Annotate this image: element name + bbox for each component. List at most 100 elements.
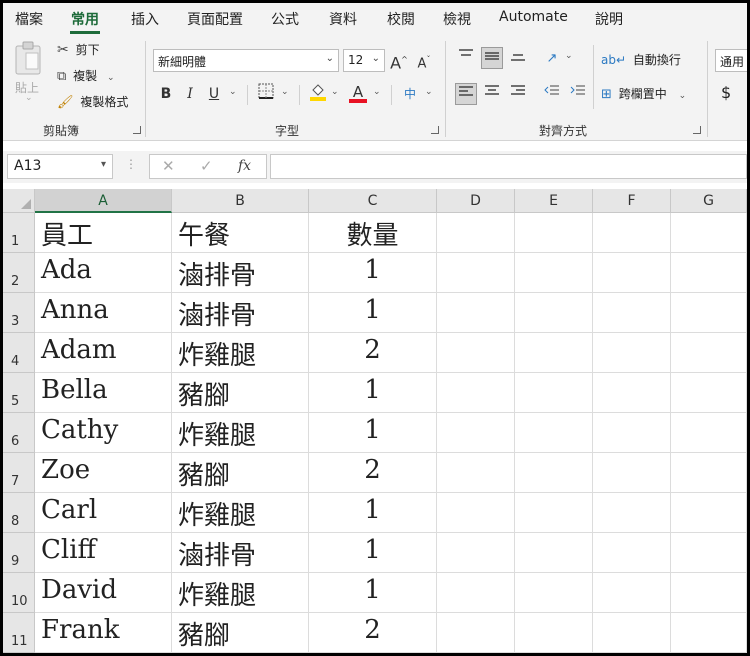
cell-e7[interactable] bbox=[515, 453, 593, 493]
tab-view[interactable]: 檢視 bbox=[443, 9, 471, 29]
alignment-launcher-icon[interactable] bbox=[693, 126, 701, 134]
cell-d1[interactable] bbox=[437, 213, 515, 253]
cell-d8[interactable] bbox=[437, 493, 515, 533]
tab-review[interactable]: 校閱 bbox=[387, 9, 415, 29]
format-painter-button[interactable]: 🖌 複製格式 bbox=[57, 93, 128, 110]
cell-e11[interactable] bbox=[515, 613, 593, 653]
cell-b5[interactable]: 豬腳 bbox=[172, 373, 309, 413]
tab-page-layout[interactable]: 頁面配置 bbox=[187, 9, 243, 29]
more-options-icon[interactable]: ⋮ bbox=[125, 157, 137, 171]
cell-d4[interactable] bbox=[437, 333, 515, 373]
row-header[interactable]: 11 bbox=[3, 613, 35, 653]
cell-c6[interactable]: 1 bbox=[309, 413, 437, 453]
underline-button[interactable]: U bbox=[203, 83, 225, 105]
cell-b10[interactable]: 炸雞腿 bbox=[172, 573, 309, 613]
cell-g8[interactable] bbox=[671, 493, 747, 533]
cell-c10[interactable]: 1 bbox=[309, 573, 437, 613]
bold-button[interactable]: B bbox=[155, 83, 177, 105]
cell-c7[interactable]: 2 bbox=[309, 453, 437, 493]
cell-a10[interactable]: David bbox=[35, 573, 172, 613]
cell-a9[interactable]: Cliff bbox=[35, 533, 172, 573]
cell-e10[interactable] bbox=[515, 573, 593, 613]
column-header-e[interactable]: E bbox=[515, 189, 593, 213]
phonetic-guide-button[interactable]: 中 bbox=[399, 83, 421, 105]
cancel-icon[interactable]: ✕ bbox=[162, 157, 175, 175]
number-format-combo[interactable]: 通用 bbox=[715, 49, 747, 72]
cell-d2[interactable] bbox=[437, 253, 515, 293]
orientation-button[interactable]: ↗ bbox=[541, 47, 563, 69]
row-header[interactable]: 9 bbox=[3, 533, 35, 573]
cell-a8[interactable]: Carl bbox=[35, 493, 172, 533]
cell-a3[interactable]: Anna bbox=[35, 293, 172, 333]
column-header-b[interactable]: B bbox=[172, 189, 309, 213]
tab-formulas[interactable]: 公式 bbox=[271, 9, 299, 29]
tab-automate[interactable]: Automate bbox=[499, 9, 568, 25]
fill-color-button[interactable] bbox=[307, 81, 329, 103]
name-box[interactable]: A13 ▾ bbox=[7, 154, 113, 179]
cell-a11[interactable]: Frank bbox=[35, 613, 172, 653]
cell-g4[interactable] bbox=[671, 333, 747, 373]
select-all-button[interactable] bbox=[3, 189, 35, 213]
align-left-button[interactable] bbox=[455, 83, 477, 105]
cell-f7[interactable] bbox=[593, 453, 671, 493]
cell-b4[interactable]: 炸雞腿 bbox=[172, 333, 309, 373]
enter-check-icon[interactable]: ✓ bbox=[200, 157, 213, 175]
cell-e6[interactable] bbox=[515, 413, 593, 453]
font-name-combo[interactable]: 新細明體 ⌄ bbox=[153, 49, 339, 72]
cell-a1[interactable]: 員工 bbox=[35, 213, 172, 253]
row-header[interactable]: 1 bbox=[3, 213, 35, 253]
row-header[interactable]: 7 bbox=[3, 453, 35, 493]
column-header-f[interactable]: F bbox=[593, 189, 671, 213]
cell-b2[interactable]: 滷排骨 bbox=[172, 253, 309, 293]
row-header[interactable]: 10 bbox=[3, 573, 35, 613]
copy-button[interactable]: ⧉ 複製 ⌄ bbox=[57, 67, 115, 84]
align-center-button[interactable] bbox=[481, 83, 503, 105]
cell-c11[interactable]: 2 bbox=[309, 613, 437, 653]
shrink-font-button[interactable]: Aˇ bbox=[413, 49, 435, 71]
cell-c2[interactable]: 1 bbox=[309, 253, 437, 293]
increase-indent-button[interactable] bbox=[567, 83, 589, 105]
cell-g3[interactable] bbox=[671, 293, 747, 333]
font-launcher-icon[interactable] bbox=[431, 126, 439, 134]
cell-c3[interactable]: 1 bbox=[309, 293, 437, 333]
italic-button[interactable]: I bbox=[179, 83, 201, 105]
column-header-g[interactable]: G bbox=[671, 189, 747, 213]
chevron-down-icon[interactable]: ⌄ bbox=[565, 51, 573, 61]
cell-g11[interactable] bbox=[671, 613, 747, 653]
chevron-down-icon[interactable]: ⌄ bbox=[281, 87, 289, 97]
cell-e5[interactable] bbox=[515, 373, 593, 413]
cell-f4[interactable] bbox=[593, 333, 671, 373]
cell-b1[interactable]: 午餐 bbox=[172, 213, 309, 253]
cell-b7[interactable]: 豬腳 bbox=[172, 453, 309, 493]
cell-f9[interactable] bbox=[593, 533, 671, 573]
cell-f2[interactable] bbox=[593, 253, 671, 293]
cell-f3[interactable] bbox=[593, 293, 671, 333]
row-header[interactable]: 6 bbox=[3, 413, 35, 453]
cell-b6[interactable]: 炸雞腿 bbox=[172, 413, 309, 453]
row-header[interactable]: 4 bbox=[3, 333, 35, 373]
cell-f1[interactable] bbox=[593, 213, 671, 253]
tab-insert[interactable]: 插入 bbox=[131, 9, 159, 29]
insert-function-button[interactable]: fx bbox=[238, 158, 251, 174]
cell-a7[interactable]: Zoe bbox=[35, 453, 172, 493]
cell-d11[interactable] bbox=[437, 613, 515, 653]
cell-a2[interactable]: Ada bbox=[35, 253, 172, 293]
cell-g9[interactable] bbox=[671, 533, 747, 573]
chevron-down-icon[interactable]: ⌄ bbox=[331, 87, 339, 97]
cell-d5[interactable] bbox=[437, 373, 515, 413]
cell-f11[interactable] bbox=[593, 613, 671, 653]
chevron-down-icon[interactable]: ⌄ bbox=[229, 87, 237, 97]
row-header[interactable]: 5 bbox=[3, 373, 35, 413]
tab-data[interactable]: 資料 bbox=[329, 9, 357, 29]
cell-c8[interactable]: 1 bbox=[309, 493, 437, 533]
cell-a6[interactable]: Cathy bbox=[35, 413, 172, 453]
cell-e2[interactable] bbox=[515, 253, 593, 293]
row-header[interactable]: 2 bbox=[3, 253, 35, 293]
cell-e9[interactable] bbox=[515, 533, 593, 573]
cell-a4[interactable]: Adam bbox=[35, 333, 172, 373]
cell-e3[interactable] bbox=[515, 293, 593, 333]
cell-g7[interactable] bbox=[671, 453, 747, 493]
column-header-a[interactable]: A bbox=[35, 189, 172, 213]
cell-g2[interactable] bbox=[671, 253, 747, 293]
cell-f5[interactable] bbox=[593, 373, 671, 413]
